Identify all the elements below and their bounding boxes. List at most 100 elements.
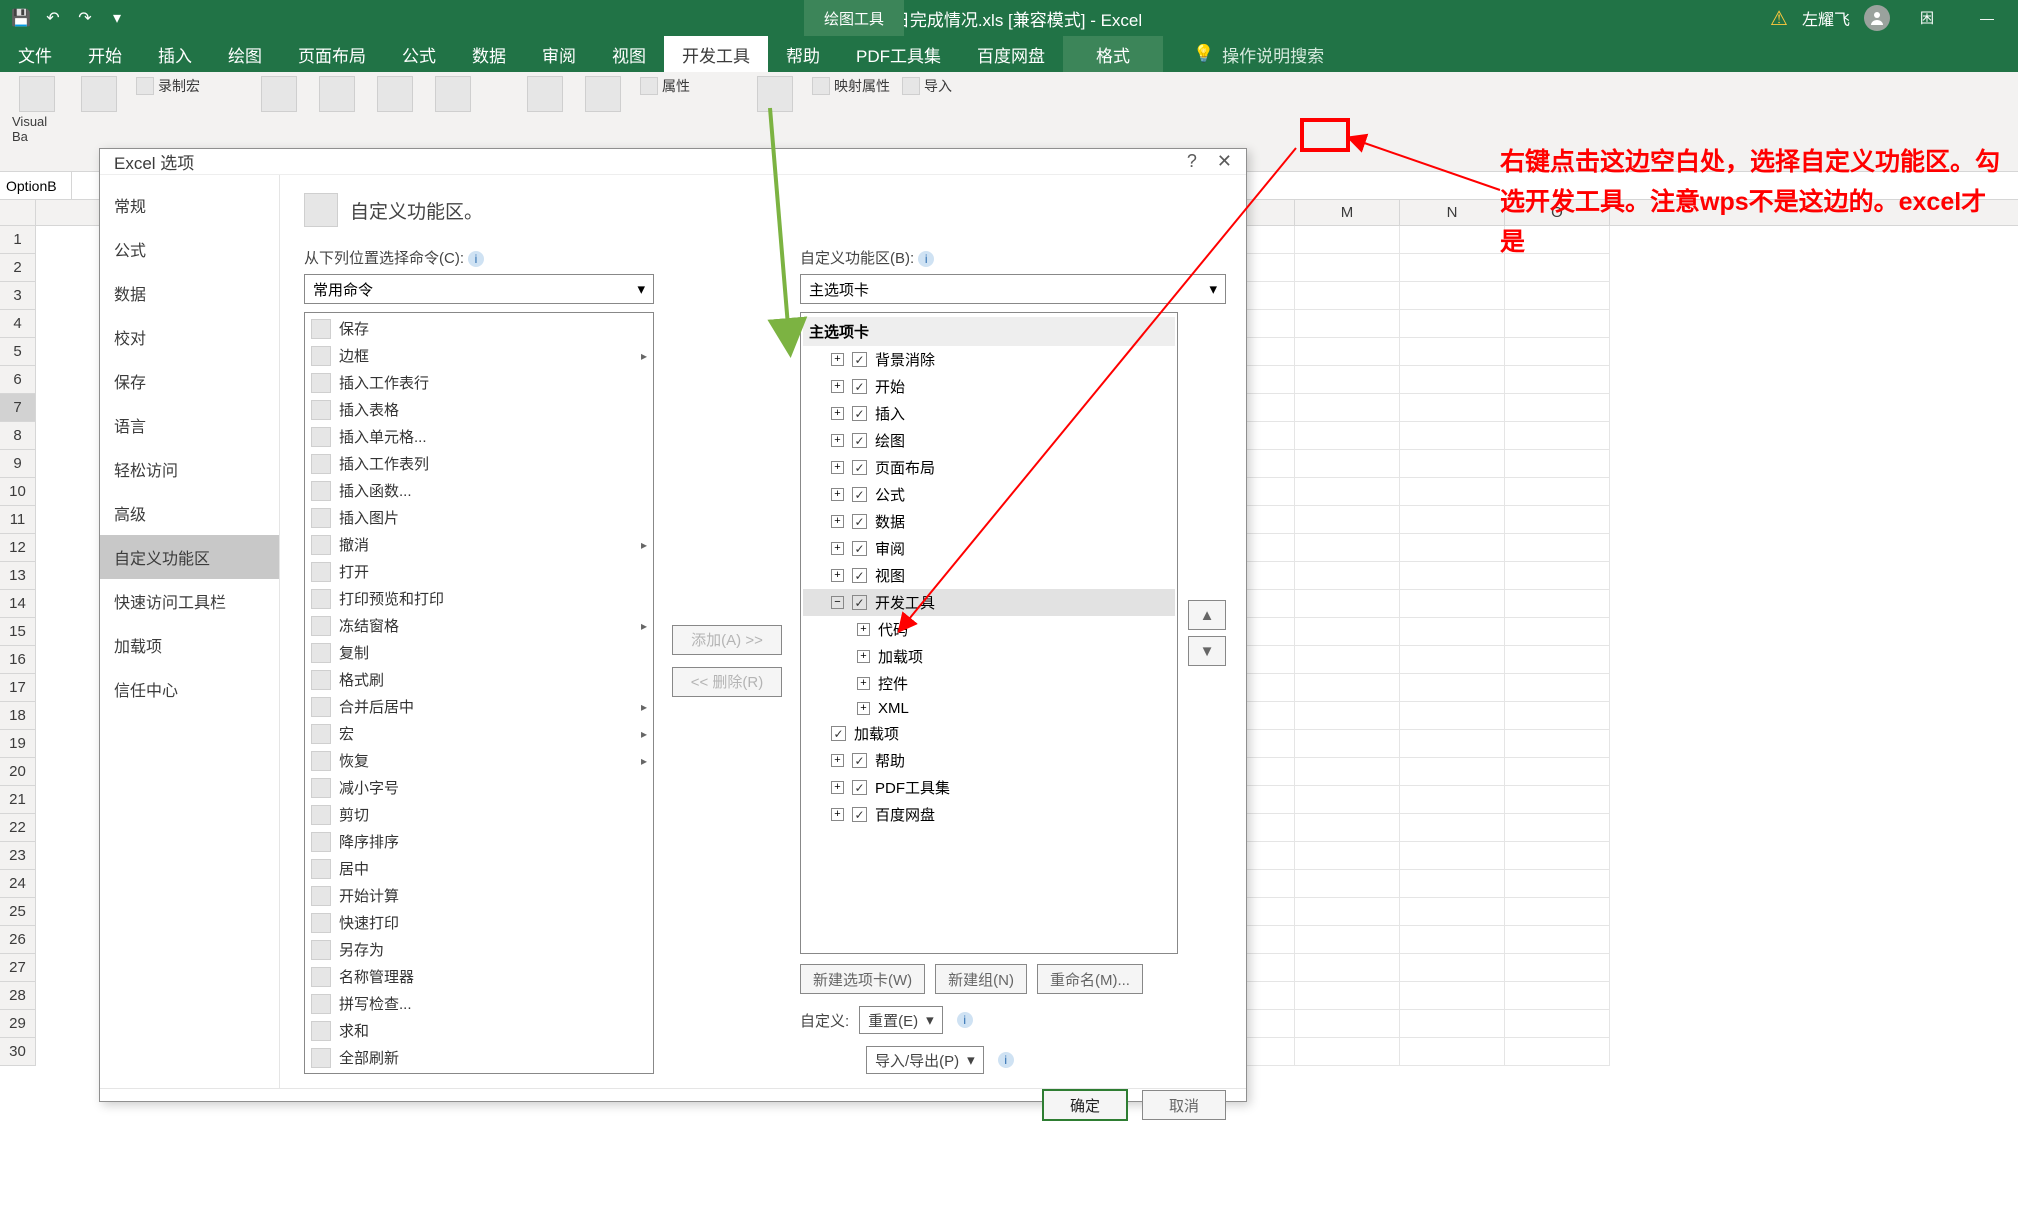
sidebar-item-data[interactable]: 数据 bbox=[100, 271, 279, 315]
row-header[interactable]: 21 bbox=[0, 786, 36, 814]
expand-icon[interactable]: + bbox=[831, 488, 844, 501]
row-header[interactable]: 6 bbox=[0, 366, 36, 394]
sidebar-item-customize-ribbon[interactable]: 自定义功能区 bbox=[100, 535, 279, 579]
save-icon[interactable]: 💾 bbox=[10, 7, 32, 29]
source-button[interactable] bbox=[750, 76, 800, 112]
tab-help[interactable]: 帮助 bbox=[768, 36, 838, 72]
row-header[interactable]: 22 bbox=[0, 814, 36, 842]
tree-item[interactable]: ✓加载项 bbox=[803, 720, 1175, 747]
tree-item[interactable]: +XML bbox=[803, 697, 1175, 720]
command-item[interactable]: 全部刷新 bbox=[307, 1044, 651, 1071]
expand-icon[interactable]: + bbox=[831, 434, 844, 447]
tell-me-search[interactable]: 💡 操作说明搜索 bbox=[1193, 42, 1324, 67]
avatar[interactable] bbox=[1864, 5, 1890, 31]
row-header[interactable]: 11 bbox=[0, 506, 36, 534]
tab-developer[interactable]: 开发工具 bbox=[664, 36, 768, 72]
visual-basic-button[interactable]: Visual Ba bbox=[12, 76, 62, 144]
info-icon[interactable]: i bbox=[918, 251, 934, 267]
command-item[interactable]: 插入单元格... bbox=[307, 423, 651, 450]
checkbox[interactable]: ✓ bbox=[852, 780, 867, 795]
checkbox[interactable]: ✓ bbox=[852, 379, 867, 394]
checkbox[interactable]: ✓ bbox=[852, 514, 867, 529]
redo-icon[interactable]: ↷ bbox=[74, 7, 96, 29]
sidebar-item-proofing[interactable]: 校对 bbox=[100, 315, 279, 359]
expand-icon[interactable]: + bbox=[857, 702, 870, 715]
row-header[interactable]: 7 bbox=[0, 394, 36, 422]
checkbox[interactable]: ✓ bbox=[852, 406, 867, 421]
command-item[interactable]: 居中 bbox=[307, 855, 651, 882]
cancel-button[interactable]: 取消 bbox=[1142, 1090, 1226, 1120]
checkbox[interactable]: ✓ bbox=[852, 541, 867, 556]
expand-icon[interactable]: + bbox=[857, 650, 870, 663]
row-header[interactable]: 15 bbox=[0, 618, 36, 646]
move-up-button[interactable]: ▲ bbox=[1188, 600, 1226, 630]
expand-icon[interactable]: + bbox=[831, 781, 844, 794]
row-header[interactable]: 16 bbox=[0, 646, 36, 674]
name-box[interactable]: OptionB bbox=[0, 172, 72, 199]
command-item[interactable]: 撤消▸ bbox=[307, 531, 651, 558]
info-icon[interactable]: i bbox=[468, 251, 484, 267]
expand-icon[interactable]: + bbox=[831, 380, 844, 393]
command-item[interactable]: 开始计算 bbox=[307, 882, 651, 909]
addins-button[interactable] bbox=[254, 76, 304, 112]
warning-icon[interactable]: ⚠ bbox=[1770, 6, 1788, 31]
new-group-button[interactable]: 新建组(N) bbox=[935, 964, 1027, 994]
info-icon[interactable]: i bbox=[998, 1052, 1014, 1068]
info-icon[interactable]: i bbox=[957, 1012, 973, 1028]
sidebar-item-trust[interactable]: 信任中心 bbox=[100, 667, 279, 711]
import-export-dropdown[interactable]: 导入/导出(P)▾ bbox=[866, 1046, 984, 1074]
col-header[interactable]: M bbox=[1295, 200, 1400, 225]
checkbox[interactable]: ✓ bbox=[852, 595, 867, 610]
command-item[interactable]: 复制 bbox=[307, 639, 651, 666]
tree-item[interactable]: +✓审阅 bbox=[803, 535, 1175, 562]
expand-icon[interactable]: + bbox=[831, 407, 844, 420]
tree-item[interactable]: +控件 bbox=[803, 670, 1175, 697]
expand-icon[interactable]: + bbox=[857, 623, 870, 636]
checkbox[interactable]: ✓ bbox=[852, 807, 867, 822]
customize-qat-icon[interactable]: ▾ bbox=[106, 7, 128, 29]
row-header[interactable]: 29 bbox=[0, 1010, 36, 1038]
tab-pdf[interactable]: PDF工具集 bbox=[838, 36, 959, 72]
undo-icon[interactable]: ↶ bbox=[42, 7, 64, 29]
row-header[interactable]: 8 bbox=[0, 422, 36, 450]
row-header[interactable]: 1 bbox=[0, 226, 36, 254]
tree-item[interactable]: +✓PDF工具集 bbox=[803, 774, 1175, 801]
command-item[interactable]: 插入工作表行 bbox=[307, 369, 651, 396]
row-header[interactable]: 20 bbox=[0, 758, 36, 786]
command-item[interactable]: 打开 bbox=[307, 558, 651, 585]
tree-item[interactable]: +✓绘图 bbox=[803, 427, 1175, 454]
tab-formulas[interactable]: 公式 bbox=[384, 36, 454, 72]
checkbox[interactable]: ✓ bbox=[852, 753, 867, 768]
command-item[interactable]: 求和 bbox=[307, 1017, 651, 1044]
command-item[interactable]: 合并后居中▸ bbox=[307, 693, 651, 720]
row-header[interactable]: 17 bbox=[0, 674, 36, 702]
com-gear-button[interactable] bbox=[428, 76, 478, 112]
col-header[interactable]: N bbox=[1400, 200, 1505, 225]
command-item[interactable]: 名称管理器 bbox=[307, 963, 651, 990]
sidebar-item-general[interactable]: 常规 bbox=[100, 183, 279, 227]
expand-icon[interactable]: + bbox=[831, 515, 844, 528]
row-header[interactable]: 10 bbox=[0, 478, 36, 506]
macros-button[interactable] bbox=[74, 76, 124, 112]
tab-home[interactable]: 开始 bbox=[70, 36, 140, 72]
row-header[interactable]: 23 bbox=[0, 842, 36, 870]
row-header[interactable]: 25 bbox=[0, 898, 36, 926]
row-header[interactable]: 13 bbox=[0, 562, 36, 590]
expand-icon[interactable]: + bbox=[831, 461, 844, 474]
commands-from-combo[interactable]: 常用命令▾ bbox=[304, 274, 654, 304]
design-mode-button[interactable] bbox=[578, 76, 628, 112]
sidebar-item-formulas[interactable]: 公式 bbox=[100, 227, 279, 271]
expand-icon[interactable]: + bbox=[831, 808, 844, 821]
checkbox[interactable]: ✓ bbox=[852, 433, 867, 448]
com-addins-button[interactable] bbox=[312, 76, 362, 112]
sidebar-item-addins[interactable]: 加载项 bbox=[100, 623, 279, 667]
command-item[interactable]: 宏▸ bbox=[307, 720, 651, 747]
expand-icon[interactable]: + bbox=[831, 569, 844, 582]
command-item[interactable]: 插入图片 bbox=[307, 504, 651, 531]
command-item[interactable]: 降序排序 bbox=[307, 828, 651, 855]
excel-addins-button[interactable] bbox=[370, 76, 420, 112]
command-item[interactable]: 另存为 bbox=[307, 936, 651, 963]
sidebar-item-advanced[interactable]: 高级 bbox=[100, 491, 279, 535]
command-item[interactable]: 格式刷 bbox=[307, 666, 651, 693]
row-header[interactable]: 24 bbox=[0, 870, 36, 898]
